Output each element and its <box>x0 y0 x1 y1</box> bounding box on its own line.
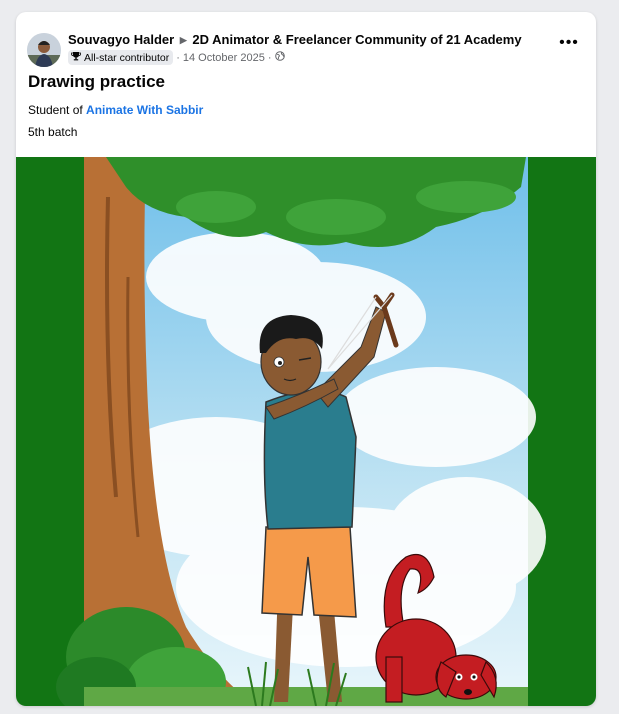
author-line: Souvagyo Halder ▶ 2D Animator & Freelanc… <box>68 32 538 47</box>
post-date[interactable]: 14 October 2025 <box>183 52 265 64</box>
post-title: Drawing practice <box>28 72 165 91</box>
mention-link[interactable]: Animate With Sabbir <box>86 103 203 117</box>
post-text-line: 5th batch <box>28 125 78 139</box>
triangle-right-icon: ▶ <box>179 35 187 45</box>
post-meta: All-star contributor · 14 October 2025 · <box>68 50 285 65</box>
separator-dot: · <box>176 51 180 64</box>
trophy-icon <box>71 51 81 64</box>
group-name[interactable]: 2D Animator & Freelancer Community of 21… <box>192 32 521 47</box>
author-name[interactable]: Souvagyo Halder <box>68 32 174 47</box>
separator-dot: · <box>267 51 272 64</box>
globe-icon <box>274 51 285 64</box>
post-image[interactable] <box>16 157 596 706</box>
more-options-icon[interactable]: ••• <box>558 35 580 51</box>
avatar[interactable] <box>27 33 61 67</box>
post-card: Souvagyo Halder ▶ 2D Animator & Freelanc… <box>16 12 596 706</box>
contributor-badge[interactable]: All-star contributor <box>68 50 174 65</box>
post-text-line: Student of Animate With Sabbir <box>28 103 204 117</box>
badge-label: All-star contributor <box>84 51 170 64</box>
